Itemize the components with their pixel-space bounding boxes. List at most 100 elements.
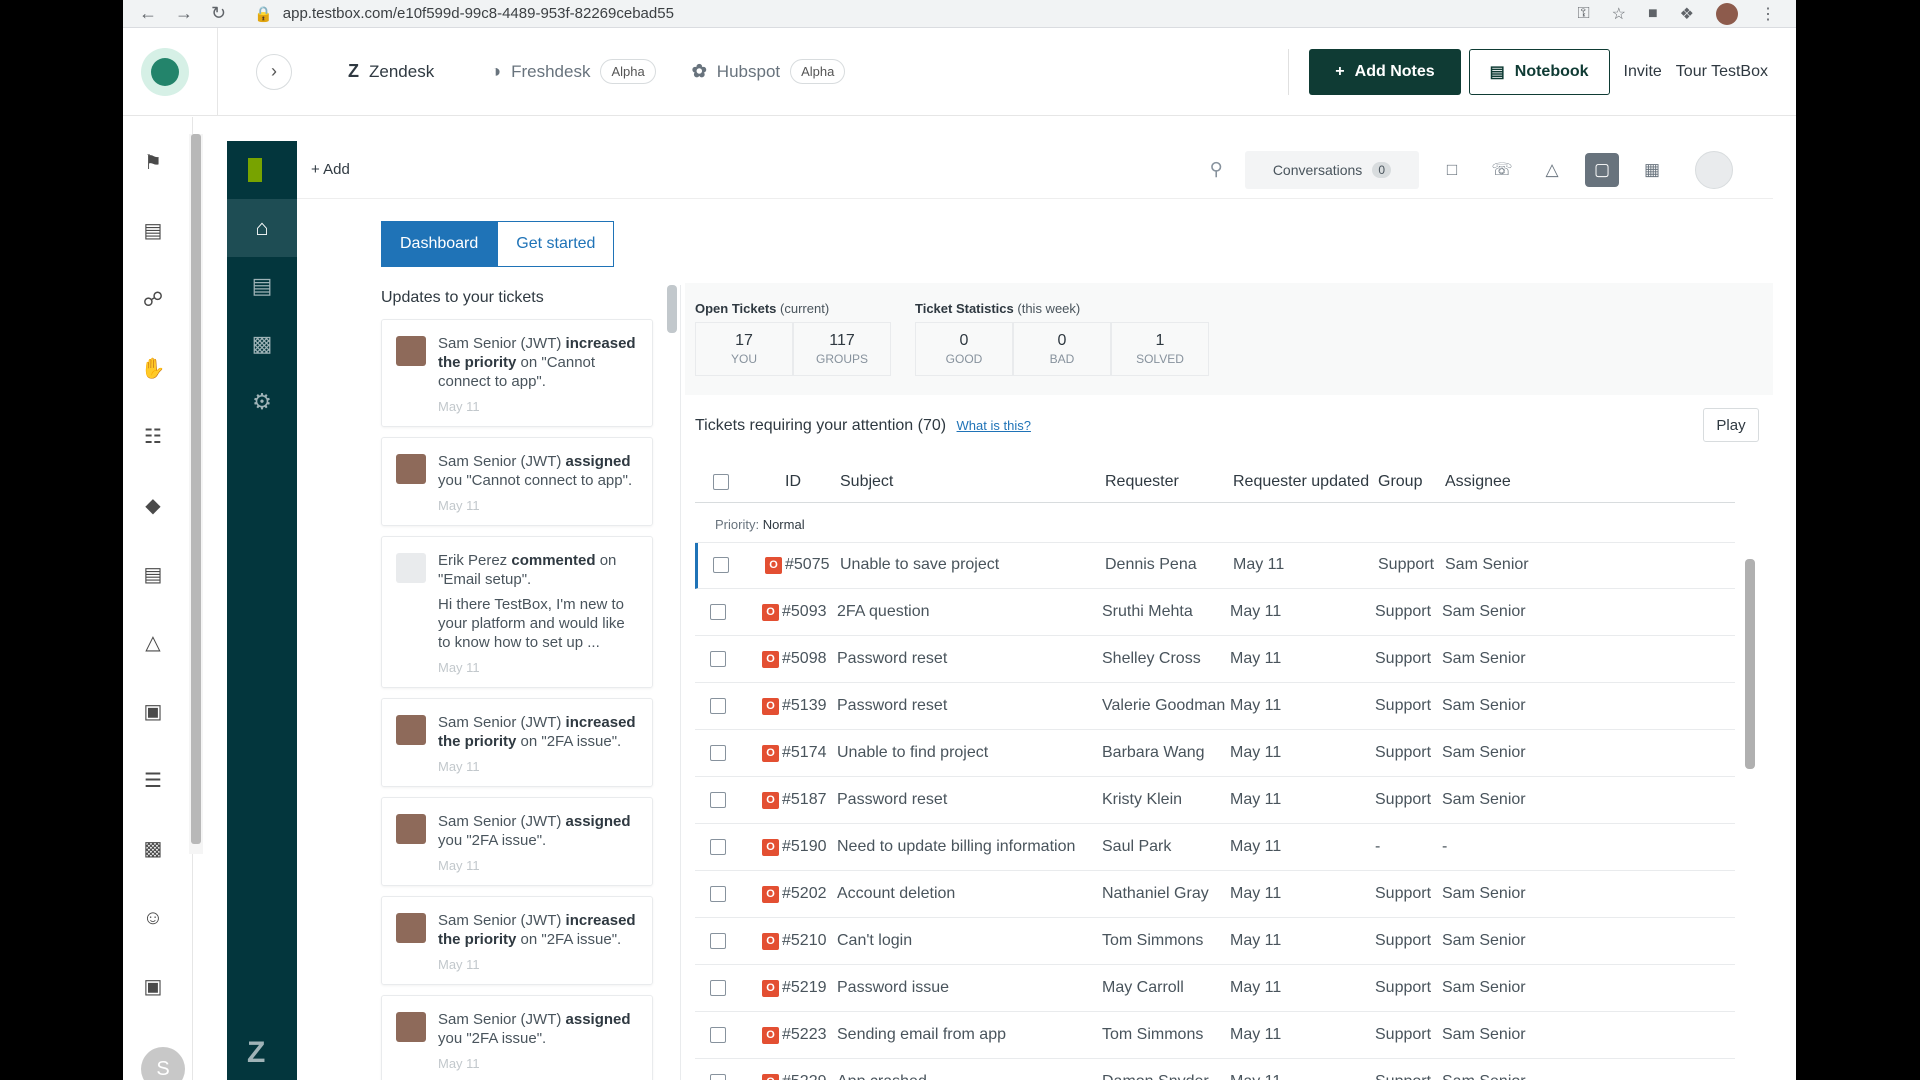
apps-grid-icon[interactable]: ▦ <box>1635 153 1669 187</box>
row-checkbox[interactable] <box>710 1027 726 1043</box>
tab-dashboard[interactable]: Dashboard <box>381 221 498 267</box>
puzzle-icon[interactable]: ❖ <box>1680 4 1694 24</box>
table-row[interactable]: O #5190 Need to update billing information… <box>695 825 1735 871</box>
ticket-requester[interactable]: Dennis Pena <box>1105 556 1197 574</box>
row-checkbox[interactable] <box>710 839 726 855</box>
row-checkbox[interactable] <box>710 792 726 808</box>
row-checkbox[interactable] <box>710 651 726 667</box>
add-button[interactable]: + Add <box>311 161 350 178</box>
table-row[interactable]: O #5219 Password issue May Carroll May 11 Sup… <box>695 966 1735 1012</box>
users-icon[interactable]: ☺ <box>139 904 167 932</box>
update-card[interactable]: Erik Perez commented on "Email setup". Hi… <box>381 536 653 688</box>
play-button[interactable]: Play <box>1703 408 1759 442</box>
table-row[interactable]: O #5174 Unable to find project Barbara Wang… <box>695 731 1735 777</box>
table-row[interactable]: O #5223 Sending email from app Tom Simmons M… <box>695 1013 1735 1059</box>
ticket-requester[interactable]: Saul Park <box>1102 838 1171 856</box>
zendesk-support-logo[interactable] <box>227 141 297 199</box>
id-card-icon[interactable]: ▣ <box>139 973 167 1001</box>
row-checkbox[interactable] <box>713 557 729 573</box>
ticket-subject[interactable]: Password reset <box>837 697 947 715</box>
admin-gear-icon[interactable]: ⚙ <box>227 373 297 431</box>
table-row[interactable]: O #5093 2FA question Sruthi Mehta May 11 Supp… <box>695 590 1735 636</box>
column-group[interactable]: Group <box>1378 473 1422 491</box>
ticket-subject[interactable]: Need to update billing information <box>837 838 1075 856</box>
route-icon[interactable]: ☍ <box>139 286 167 314</box>
ticket-subject[interactable]: 2FA question <box>837 603 930 621</box>
ticket-id[interactable]: #5174 <box>782 744 827 762</box>
updates-scrollbar[interactable] <box>663 285 681 1080</box>
ticket-requester[interactable]: Kristy Klein <box>1102 791 1182 809</box>
tab-get-started[interactable]: Get started <box>497 221 615 267</box>
row-checkbox[interactable] <box>710 604 726 620</box>
ticket-id[interactable]: #5229 <box>782 1073 827 1080</box>
update-card[interactable]: Sam Senior (JWT) increased the priority … <box>381 896 653 985</box>
address-bar[interactable]: 🔒 app.testbox.com/e10f599d-99c8-4489-953… <box>254 5 674 23</box>
ticket-requester[interactable]: Barbara Wang <box>1102 744 1205 762</box>
add-notes-button[interactable]: + Add Notes <box>1309 48 1461 95</box>
ticket-requester[interactable]: Damon Snyder <box>1102 1073 1209 1080</box>
update-card[interactable]: Sam Senior (JWT) increased the priority … <box>381 698 653 787</box>
clipboard-icon[interactable]: ☷ <box>139 423 167 451</box>
update-card[interactable]: Sam Senior (JWT) assigned you "2FA issue… <box>381 797 653 886</box>
tool-tab-freshdesk[interactable]: ◑ Freshdesk Alpha <box>490 59 656 84</box>
ticket-requester[interactable]: Sruthi Mehta <box>1102 603 1193 621</box>
notifications-bell-icon[interactable]: △ <box>1535 153 1569 187</box>
stat-you[interactable]: 17 YOU <box>695 322 793 376</box>
ticket-requester[interactable]: Shelley Cross <box>1102 650 1201 668</box>
tool-tab-zendesk[interactable]: Z Zendesk <box>348 61 434 82</box>
hand-icon[interactable]: ✋ <box>139 355 167 383</box>
home-icon[interactable]: ⌂ <box>227 199 297 257</box>
key-icon[interactable]: ⚿ <box>1577 5 1589 23</box>
ticket-id[interactable]: #5202 <box>782 885 827 903</box>
ticket-id[interactable]: #5190 <box>782 838 827 856</box>
ticket-id[interactable]: #5139 <box>782 697 827 715</box>
extension-icon[interactable]: ■ <box>1648 5 1658 23</box>
zendesk-products-icon[interactable]: Z <box>247 1036 265 1070</box>
column-subject[interactable]: Subject <box>840 473 893 491</box>
search-icon[interactable]: ⚲ <box>1210 159 1223 180</box>
expand-sidebar-button[interactable]: › <box>256 53 292 90</box>
table-row[interactable]: O #5187 Password reset Kristy Klein May 11 Su… <box>695 778 1735 824</box>
ticket-icon[interactable]: ▤ <box>139 217 167 245</box>
ticket-requester[interactable]: Tom Simmons <box>1102 1026 1203 1044</box>
tickets-scrollbar[interactable] <box>1743 545 1757 1080</box>
ticket-subject[interactable]: Unable to save project <box>840 556 999 574</box>
tour-testbox-link[interactable]: Tour TestBox <box>1676 63 1768 81</box>
tool-tab-hubspot[interactable]: ✿ Hubspot Alpha <box>692 59 846 84</box>
select-all-checkbox[interactable] <box>713 474 729 490</box>
ticket-id[interactable]: #5210 <box>782 932 827 950</box>
stat-bad[interactable]: 0 BAD <box>1013 322 1111 376</box>
views-icon[interactable]: ▤ <box>227 257 297 315</box>
ticket-subject[interactable]: App crashed <box>837 1073 927 1080</box>
ticket-id[interactable]: #5187 <box>782 791 827 809</box>
forward-icon[interactable]: → <box>175 3 193 24</box>
row-checkbox[interactable] <box>710 886 726 902</box>
stat-solved[interactable]: 1 SOLVED <box>1111 322 1209 376</box>
update-card[interactable]: Sam Senior (JWT) increased the priority … <box>381 319 653 427</box>
ticket-requester[interactable]: Valerie Goodman <box>1102 697 1225 715</box>
row-checkbox[interactable] <box>710 980 726 996</box>
list-icon[interactable]: ☰ <box>139 767 167 795</box>
robot-icon[interactable]: ▣ <box>139 698 167 726</box>
stat-groups[interactable]: 117 GROUPS <box>793 322 891 376</box>
diamond-icon[interactable]: ◆ <box>139 492 167 520</box>
column-assignee[interactable]: Assignee <box>1445 473 1511 491</box>
table-row[interactable]: O #5139 Password reset Valerie Goodman May 1… <box>695 684 1735 730</box>
ticket-id[interactable]: #5093 <box>782 603 827 621</box>
notebook-button[interactable]: ▤ Notebook <box>1468 48 1610 95</box>
table-row[interactable]: O #5210 Can't login Tom Simmons May 11 Suppor… <box>695 919 1735 965</box>
phone-icon[interactable]: ☏ <box>1485 153 1519 187</box>
conversations-button[interactable]: Conversations 0 <box>1244 150 1419 189</box>
ticket-requester[interactable]: Tom Simmons <box>1102 932 1203 950</box>
binoculars-icon[interactable]: ▤ <box>139 561 167 589</box>
ticket-id[interactable]: #5223 <box>782 1026 827 1044</box>
ticket-subject[interactable]: Can't login <box>837 932 912 950</box>
row-checkbox[interactable] <box>710 698 726 714</box>
column-requester[interactable]: Requester <box>1105 473 1179 491</box>
chart-icon[interactable]: ▩ <box>139 835 167 863</box>
reporting-icon[interactable]: ▩ <box>227 315 297 373</box>
table-row[interactable]: O #5098 Password reset Shelley Cross May 11 S… <box>695 637 1735 683</box>
ticket-subject[interactable]: Password reset <box>837 791 947 809</box>
ticket-subject[interactable]: Unable to find project <box>837 744 988 762</box>
ticket-id[interactable]: #5219 <box>782 979 827 997</box>
